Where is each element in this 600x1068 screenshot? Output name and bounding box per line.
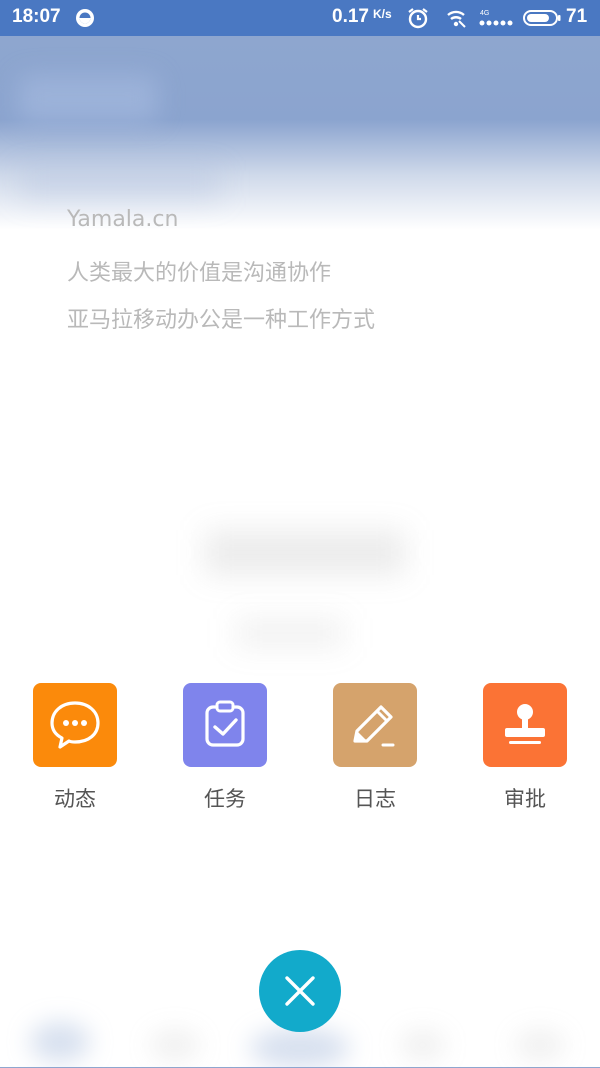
action-log-label: 日志 (354, 787, 396, 811)
blurred-header-title (18, 75, 158, 123)
alarm-icon (408, 8, 428, 29)
net-speed-unit: K/s (373, 7, 392, 21)
network-type-label: 4G (480, 10, 489, 17)
action-feed[interactable]: 动态 (33, 683, 117, 813)
action-task-tile[interactable] (183, 683, 267, 767)
close-button[interactable] (259, 950, 341, 1032)
battery-level: 71 (566, 6, 588, 27)
close-icon (285, 976, 315, 1006)
blurred-header-subtitle (20, 170, 220, 198)
battery-icon (523, 10, 561, 26)
net-speed: 0.17 (332, 6, 369, 27)
status-bar: 18:07 0.17 K/s 4G 71 (0, 0, 600, 36)
action-log[interactable]: 日志 (333, 683, 417, 813)
status-time: 18:07 (12, 6, 61, 27)
action-feed-tile[interactable] (33, 683, 117, 767)
chat-bubble-icon (50, 701, 100, 749)
stamp-icon (505, 704, 545, 744)
clipboard-check-icon (205, 700, 245, 747)
slogan-site: Yamala.cn (67, 207, 179, 232)
slogan-value: 人类最大的价值是沟通协作 (67, 261, 332, 286)
action-approval-label: 审批 (504, 787, 546, 811)
action-feed-label: 动态 (54, 787, 96, 811)
slogan-workstyle: 亚马拉移动办公是一种工作方式 (67, 308, 376, 333)
wifi-icon (447, 10, 466, 28)
cell-signal-icon: 4G (479, 10, 513, 26)
action-log-tile[interactable] (333, 683, 417, 767)
action-task[interactable]: 任务 (183, 683, 267, 813)
pencil-icon (353, 705, 395, 747)
action-approval[interactable]: 审批 (483, 683, 567, 813)
blurred-center-text (205, 530, 405, 575)
action-task-label: 任务 (204, 787, 246, 811)
app-notification-icon (76, 9, 94, 27)
blurred-center-subtext (235, 618, 345, 648)
action-approval-tile[interactable] (483, 683, 567, 767)
